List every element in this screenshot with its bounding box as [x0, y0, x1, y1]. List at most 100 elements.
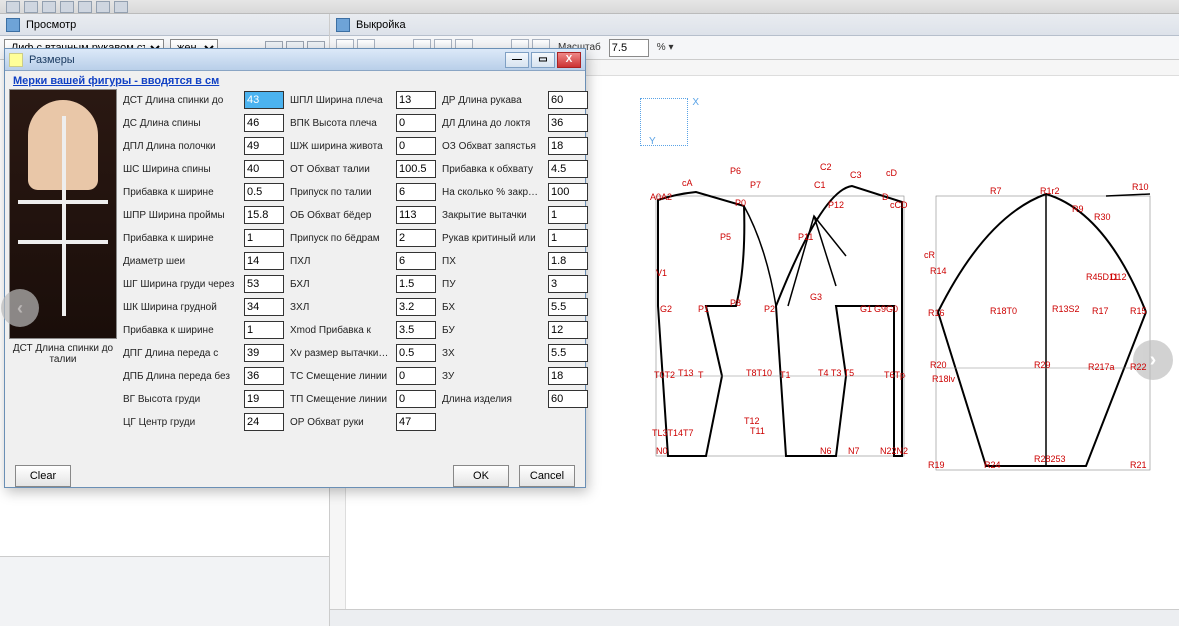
- field-input[interactable]: [244, 367, 284, 385]
- horizontal-scrollbar[interactable]: [330, 609, 1179, 626]
- tool-icon[interactable]: [60, 1, 74, 13]
- field-input[interactable]: [396, 344, 436, 362]
- tool-icon[interactable]: [6, 1, 20, 13]
- point-label: G3: [810, 292, 822, 302]
- field-label: ДР Длина рукава: [442, 95, 542, 106]
- field-label: Припуск по бёдрам: [290, 233, 390, 244]
- field-input[interactable]: [396, 137, 436, 155]
- dialog-titlebar[interactable]: Размеры — ▭ X: [5, 49, 585, 71]
- field-input[interactable]: [244, 413, 284, 431]
- field-input[interactable]: [396, 160, 436, 178]
- field-label: ЗХЛ: [290, 302, 390, 313]
- field-label: ДС Длина спины: [123, 118, 238, 129]
- field-input[interactable]: [244, 390, 284, 408]
- point-label: P0: [735, 198, 746, 208]
- field-label: ОБ Обхват бёдер: [290, 210, 390, 221]
- field-input[interactable]: [396, 275, 436, 293]
- field-input[interactable]: [548, 344, 588, 362]
- field-input[interactable]: [396, 91, 436, 109]
- scale-input[interactable]: [609, 39, 649, 57]
- field-input[interactable]: [244, 183, 284, 201]
- field-input[interactable]: [396, 114, 436, 132]
- point-label: T12: [744, 416, 760, 426]
- field-input[interactable]: [396, 321, 436, 339]
- field-input[interactable]: [548, 183, 588, 201]
- tool-icon[interactable]: [78, 1, 92, 13]
- field-input[interactable]: [396, 206, 436, 224]
- point-label: A0A2: [650, 192, 672, 202]
- field-input[interactable]: [548, 114, 588, 132]
- field-input[interactable]: [396, 390, 436, 408]
- point-label: T8T10: [746, 368, 772, 378]
- nav-right-button[interactable]: ›: [1133, 340, 1173, 380]
- point-label: C2: [820, 162, 832, 172]
- point-label: N22N2: [880, 446, 908, 456]
- field-input[interactable]: [244, 321, 284, 339]
- field-label: Диаметр шеи: [123, 256, 238, 267]
- point-label: T6Tp: [884, 370, 905, 380]
- field-input[interactable]: [244, 252, 284, 270]
- field-input[interactable]: [548, 298, 588, 316]
- field-input[interactable]: [396, 413, 436, 431]
- field-input[interactable]: [244, 344, 284, 362]
- field-label: Закрытие вытачки: [442, 210, 542, 221]
- field-input[interactable]: [396, 252, 436, 270]
- point-label: N7: [848, 446, 860, 456]
- field-input[interactable]: [396, 183, 436, 201]
- field-input[interactable]: [244, 91, 284, 109]
- field-label: ТС Смещение линии: [290, 371, 390, 382]
- point-label: D: [882, 192, 889, 202]
- image-caption: ДСТ Длина спинки до талии: [9, 343, 117, 365]
- field-input[interactable]: [244, 160, 284, 178]
- max-button[interactable]: ▭: [531, 52, 555, 68]
- field-input[interactable]: [548, 252, 588, 270]
- dialog-help-link[interactable]: Мерки вашей фигуры - вводятся в см: [5, 71, 585, 89]
- thumbnail-strip[interactable]: [0, 556, 329, 626]
- field-label: ПХ: [442, 256, 542, 267]
- field-input[interactable]: [548, 160, 588, 178]
- field-label: Прибавка к ширине: [123, 233, 238, 244]
- field-input[interactable]: [548, 91, 588, 109]
- tool-icon[interactable]: [42, 1, 56, 13]
- clear-button[interactable]: Clear: [15, 465, 71, 487]
- close-button[interactable]: X: [557, 52, 581, 68]
- point-label: P7: [750, 180, 761, 190]
- field-input[interactable]: [396, 367, 436, 385]
- field-label: ШЖ ширина живота: [290, 141, 390, 152]
- field-input[interactable]: [244, 114, 284, 132]
- point-label: R18T0: [990, 306, 1017, 316]
- field-input[interactable]: [244, 298, 284, 316]
- point-label: R1r2: [1040, 186, 1060, 196]
- nav-left-button[interactable]: ‹: [1, 289, 39, 327]
- field-input[interactable]: [396, 298, 436, 316]
- point-label: R14: [930, 266, 947, 276]
- field-input[interactable]: [244, 137, 284, 155]
- field-label: Xmod Прибавка к: [290, 325, 390, 336]
- tool-icon[interactable]: [24, 1, 38, 13]
- point-label: cA: [682, 178, 693, 188]
- point-label: T11: [750, 426, 765, 436]
- scale-unit[interactable]: % ▾: [657, 42, 674, 53]
- tool-icon[interactable]: [96, 1, 110, 13]
- field-input[interactable]: [548, 137, 588, 155]
- preview-panel-header: Просмотр: [0, 14, 329, 36]
- field-input[interactable]: [548, 367, 588, 385]
- point-label: R7: [990, 186, 1002, 196]
- pattern-title: Выкройка: [356, 19, 406, 31]
- field-label: На сколько % закрыть: [442, 187, 542, 198]
- tool-icon[interactable]: [114, 1, 128, 13]
- cancel-button[interactable]: Cancel: [519, 465, 575, 487]
- point-label: cD: [886, 168, 897, 178]
- field-input[interactable]: [548, 229, 588, 247]
- field-input[interactable]: [244, 229, 284, 247]
- field-input[interactable]: [548, 321, 588, 339]
- field-input[interactable]: [244, 275, 284, 293]
- field-input[interactable]: [244, 206, 284, 224]
- field-input[interactable]: [548, 390, 588, 408]
- point-label: V1: [656, 268, 667, 278]
- field-input[interactable]: [396, 229, 436, 247]
- field-input[interactable]: [548, 206, 588, 224]
- field-input[interactable]: [548, 275, 588, 293]
- ok-button[interactable]: OK: [453, 465, 509, 487]
- min-button[interactable]: —: [505, 52, 529, 68]
